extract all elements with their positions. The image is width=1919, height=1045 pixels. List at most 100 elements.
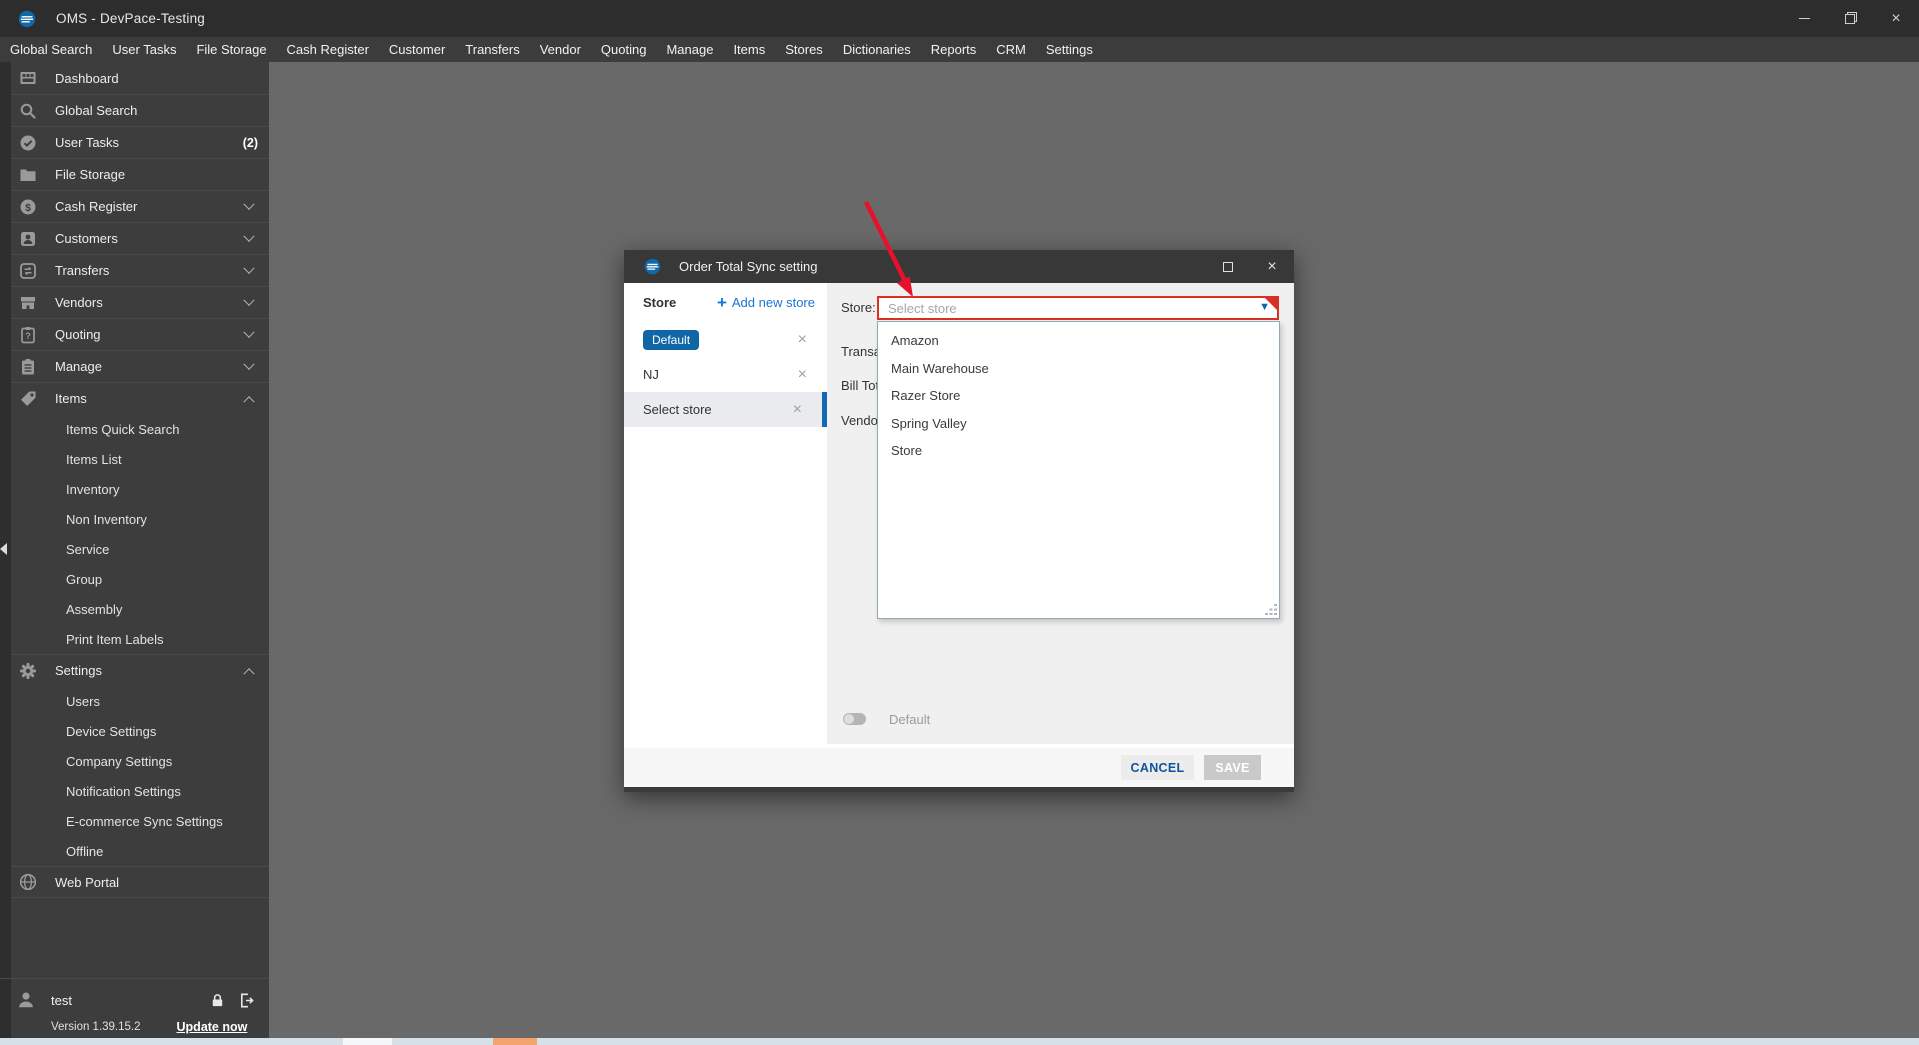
sidebar-item-label: Users (66, 693, 100, 709)
menu-item[interactable]: CRM (986, 37, 1036, 62)
menu-item[interactable]: Settings (1036, 37, 1103, 62)
menu-item[interactable]: Customer (379, 37, 455, 62)
sidebar-item-print-item-labels[interactable]: Print Item Labels (11, 624, 269, 654)
sidebar-item-label: Items (55, 391, 87, 406)
store-row[interactable]: NJ × (624, 357, 827, 392)
sidebar-item-label: Settings (55, 663, 102, 678)
lock-icon[interactable] (209, 992, 226, 1009)
store-label: Default (643, 329, 700, 350)
menu-item[interactable]: Cash Register (277, 37, 379, 62)
sidebar-item-label: Print Item Labels (66, 631, 164, 647)
chevron-down-icon (243, 294, 255, 306)
cancel-button[interactable]: CANCEL (1121, 755, 1194, 780)
sidebar-item-items[interactable]: Items (11, 382, 269, 414)
sidebar-item-non-inventory[interactable]: Non Inventory (11, 504, 269, 534)
sidebar-item-items-list[interactable]: Items List (11, 444, 269, 474)
dialog-close-button[interactable]: × (1250, 250, 1294, 283)
store-combobox[interactable]: Select store ▼ (877, 296, 1279, 320)
sidebar-item-label: File Storage (55, 167, 126, 182)
sidebar-item-user-tasks[interactable]: User Tasks (2) (11, 126, 269, 158)
sidebar-item-customers[interactable]: Customers (11, 222, 269, 254)
dialog-bottom-edge (624, 787, 1294, 792)
resize-grip[interactable] (1265, 604, 1276, 615)
store-option[interactable]: Spring Valley (878, 410, 1279, 438)
minimize-button[interactable] (1781, 0, 1827, 37)
sidebar-menu: Dashboard Global Search User Tasks (2) File … (11, 62, 269, 898)
sidebar-item-label: Notification Settings (66, 783, 181, 799)
validation-corner-mark (1265, 298, 1277, 310)
sidebar-item-manage[interactable]: Manage (11, 350, 269, 382)
menu-item[interactable]: Reports (921, 37, 987, 62)
sidebar-item-web-portal[interactable]: Web Portal (11, 866, 269, 898)
sidebar-item-company-settings[interactable]: Company Settings (11, 746, 269, 776)
remove-store-icon[interactable]: × (793, 401, 802, 418)
sidebar-item-dashboard[interactable]: Dashboard (11, 62, 269, 94)
menu-item[interactable]: File Storage (186, 37, 276, 62)
sidebar-item-label: Inventory (66, 481, 120, 497)
dialog-maximize-button[interactable] (1206, 250, 1250, 283)
sidebar-user-area: test Version 1.39.15.2 Update now (0, 978, 269, 1034)
store-option[interactable]: Amazon (878, 327, 1279, 355)
menu-item[interactable]: Quoting (591, 37, 657, 62)
taskbar-segment (343, 1038, 392, 1045)
sidebar-item-label: Non Inventory (66, 511, 147, 527)
save-button[interactable]: SAVE (1204, 755, 1261, 780)
chevron-up-icon (243, 667, 255, 679)
sidebar-item-settings[interactable]: Settings (11, 654, 269, 686)
default-toggle[interactable] (843, 713, 866, 725)
store-option[interactable]: Main Warehouse (878, 355, 1279, 383)
settings-icon (18, 661, 37, 680)
field-label: Vendo (841, 413, 878, 428)
sidebar-item-service[interactable]: Service (11, 534, 269, 564)
sidebar-item-vendors[interactable]: Vendors (11, 286, 269, 318)
menu-item[interactable]: Transfers (455, 37, 529, 62)
app-logo-icon (18, 10, 36, 27)
sidebar-item-label: Transfers (55, 263, 110, 278)
minimize-icon (1798, 18, 1810, 19)
sidebar-item-transfers[interactable]: Transfers (11, 254, 269, 286)
sidebar-item-inventory[interactable]: Inventory (11, 474, 269, 504)
store-field-label: Store: (841, 300, 876, 315)
add-new-store-label: Add new store (731, 295, 815, 310)
sidebar-item-global-search[interactable]: Global Search (11, 94, 269, 126)
sidebar-item-offline[interactable]: Offline (11, 836, 269, 866)
sidebar-item-notification-settings[interactable]: Notification Settings (11, 776, 269, 806)
remove-store-icon[interactable]: × (798, 366, 807, 383)
add-new-store-button[interactable]: + Add new store (717, 294, 815, 311)
update-now-link[interactable]: Update now (177, 1020, 248, 1034)
store-option[interactable]: Store (878, 437, 1279, 465)
close-button[interactable]: × (1873, 0, 1919, 37)
sidebar-item-items-quick-search[interactable]: Items Quick Search (11, 414, 269, 444)
sidebar-item-cash-register[interactable]: $ Cash Register (11, 190, 269, 222)
close-icon: × (1891, 9, 1901, 27)
sidebar-item-file-storage[interactable]: File Storage (11, 158, 269, 190)
sidebar-item-assembly[interactable]: Assembly (11, 594, 269, 624)
menu-item[interactable]: Dictionaries (833, 37, 921, 62)
sidebar-item-label: Items Quick Search (66, 421, 180, 437)
store-row[interactable]: Default × (624, 322, 827, 357)
chevron-down-icon (243, 262, 255, 274)
menu-item[interactable]: Vendor (530, 37, 591, 62)
sidebar-item-device-settings[interactable]: Device Settings (11, 716, 269, 746)
sidebar: Dashboard Global Search User Tasks (2) File … (0, 62, 269, 1045)
logout-icon[interactable] (238, 992, 255, 1009)
restore-button[interactable] (1827, 0, 1873, 37)
store-panel-header: Store (643, 295, 677, 310)
menu-item[interactable]: Items (723, 37, 775, 62)
sidebar-item-e-commerce-sync-settings[interactable]: E-commerce Sync Settings (11, 806, 269, 836)
remove-store-icon[interactable]: × (798, 331, 807, 348)
menu-item[interactable]: Stores (775, 37, 833, 62)
sidebar-collapse-icon[interactable] (0, 543, 7, 555)
store-option[interactable]: Razer Store (878, 382, 1279, 410)
dashboard-icon (18, 69, 37, 88)
menu-item[interactable]: Global Search (0, 37, 102, 62)
store-row[interactable]: Select store × (624, 392, 827, 427)
sidebar-item-group[interactable]: Group (11, 564, 269, 594)
sidebar-item-quoting[interactable]: ? Quoting (11, 318, 269, 350)
username: test (51, 992, 72, 1008)
taskbar-segment-orange (493, 1038, 537, 1045)
sidebar-item-users[interactable]: Users (11, 686, 269, 716)
menu-item[interactable]: User Tasks (102, 37, 186, 62)
menu-item[interactable]: Manage (656, 37, 723, 62)
toggle-knob (844, 714, 854, 724)
